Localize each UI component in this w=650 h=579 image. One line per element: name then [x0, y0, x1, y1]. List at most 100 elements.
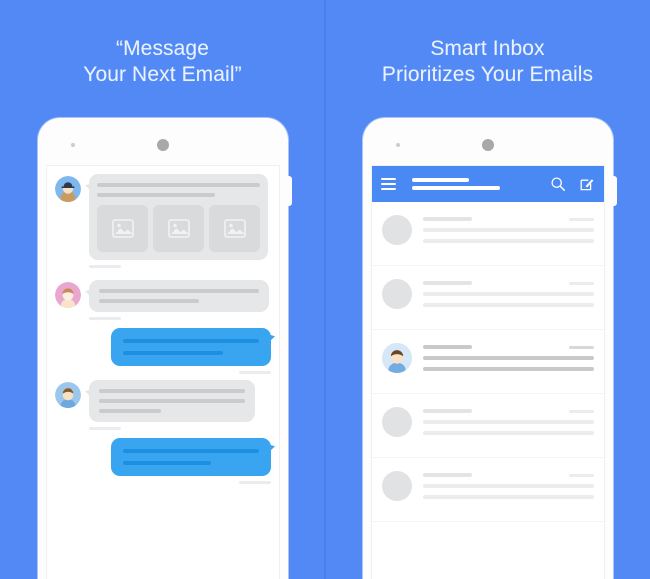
image-attachment-strip	[97, 205, 260, 252]
app-bar-title-placeholder	[412, 178, 537, 190]
phone-screen-inbox	[371, 165, 605, 579]
text-placeholder-line	[123, 449, 259, 453]
phone-side-button	[612, 176, 617, 206]
bubble-tail	[267, 444, 275, 454]
message-timestamp	[89, 427, 121, 430]
placeholder-avatar	[382, 407, 412, 437]
headline-right-line1: Smart Inbox	[430, 37, 545, 60]
chat-bubble-received[interactable]	[85, 280, 269, 312]
chat-bubble-sent[interactable]	[111, 328, 275, 366]
earpiece-speaker	[482, 139, 494, 151]
chat-bubble-group	[85, 174, 268, 268]
preview-line	[423, 420, 594, 424]
placeholder-avatar	[382, 279, 412, 309]
chat-message-row	[55, 328, 275, 374]
text-placeholder-line	[97, 183, 260, 187]
chat-bubble-sent[interactable]	[111, 438, 275, 476]
text-placeholder-line	[123, 461, 211, 465]
message-timestamp	[89, 317, 121, 320]
chat-bubble-group	[85, 380, 255, 430]
front-camera-icon	[396, 143, 400, 147]
bubble-tail	[85, 183, 93, 193]
app-bar	[372, 166, 604, 202]
preview-line	[423, 228, 594, 232]
chat-bubble-group	[111, 328, 275, 374]
phone-mockup-left: Send	[38, 118, 292, 579]
promo-screenshot: “Message Your Next Email” Smart Inbox Pr…	[0, 0, 650, 579]
search-icon[interactable]	[537, 176, 566, 192]
preview-line	[423, 431, 594, 435]
avatar-blue-person-icon	[382, 343, 412, 373]
sender-name-placeholder	[423, 409, 472, 413]
inbox-row[interactable]	[372, 266, 604, 330]
phone-screen-chat: Send	[46, 165, 280, 579]
inbox-row[interactable]	[372, 458, 604, 522]
text-placeholder-line	[99, 299, 199, 303]
bubble-tail	[85, 289, 93, 299]
placeholder-avatar	[382, 215, 412, 245]
timestamp-placeholder	[569, 345, 594, 349]
chat-bubble-group	[85, 280, 269, 320]
image-attachment[interactable]	[153, 205, 204, 252]
text-placeholder-line	[99, 289, 259, 293]
message-timestamp	[239, 481, 271, 484]
earpiece-speaker	[157, 139, 169, 151]
message-timestamp	[239, 371, 271, 374]
headline-left-line1: “Message	[115, 37, 209, 60]
timestamp-placeholder	[569, 217, 594, 221]
preview-line	[423, 239, 594, 243]
text-placeholder-line	[99, 389, 245, 393]
sender-name-placeholder	[423, 281, 472, 285]
headline-right: Smart Inbox Prioritizes Your Emails	[325, 36, 650, 88]
panel-divider	[324, 0, 326, 579]
hamburger-menu-icon[interactable]	[381, 178, 396, 190]
text-placeholder-line	[123, 351, 223, 355]
compose-icon[interactable]	[566, 176, 595, 192]
preview-line	[423, 484, 594, 488]
preview-line	[423, 495, 594, 499]
chat-message-row	[55, 438, 275, 484]
chat-bubble-group	[111, 438, 275, 484]
preview-line	[423, 356, 594, 360]
panel-smart-inbox: Smart Inbox Prioritizes Your Emails	[325, 0, 650, 579]
chat-message-row	[55, 280, 271, 320]
front-camera-icon	[71, 143, 75, 147]
chat-message-row	[55, 380, 271, 430]
preview-line	[423, 367, 594, 371]
phone-side-button	[287, 176, 292, 206]
timestamp-placeholder	[569, 409, 594, 413]
preview-line	[423, 303, 594, 307]
placeholder-avatar	[382, 471, 412, 501]
timestamp-placeholder	[569, 281, 594, 285]
chat-bubble-received[interactable]	[85, 174, 268, 260]
inbox-row[interactable]	[372, 202, 604, 266]
text-placeholder-line	[123, 339, 259, 343]
preview-line	[423, 292, 594, 296]
panel-message: “Message Your Next Email”	[0, 0, 325, 579]
message-timestamp	[89, 265, 121, 268]
avatar-hat-person-icon	[55, 176, 81, 202]
avatar-blue-person-icon	[55, 382, 81, 408]
timestamp-placeholder	[569, 473, 594, 477]
sender-name-placeholder	[423, 217, 472, 221]
image-attachment[interactable]	[209, 205, 260, 252]
headline-right-line2: Prioritizes Your Emails	[381, 63, 594, 86]
text-placeholder-line	[99, 399, 245, 403]
bubble-tail	[85, 389, 93, 399]
chat-message-row	[55, 174, 271, 268]
phone-mockup-right	[363, 118, 617, 579]
inbox-row[interactable]	[372, 394, 604, 458]
avatar-pink-person-icon	[55, 282, 81, 308]
bubble-tail	[267, 334, 275, 344]
text-placeholder-line	[97, 193, 215, 197]
sender-name-placeholder	[423, 473, 472, 477]
sender-name-placeholder	[423, 345, 472, 349]
chat-bubble-received[interactable]	[85, 380, 255, 422]
chat-message-list[interactable]	[47, 166, 279, 579]
inbox-email-list[interactable]	[372, 202, 604, 579]
image-attachment[interactable]	[97, 205, 148, 252]
text-placeholder-line	[99, 409, 161, 413]
headline-left-line2: Your Next Email”	[83, 63, 242, 86]
inbox-row-priority[interactable]	[372, 330, 604, 394]
headline-left: “Message Your Next Email”	[0, 36, 325, 88]
